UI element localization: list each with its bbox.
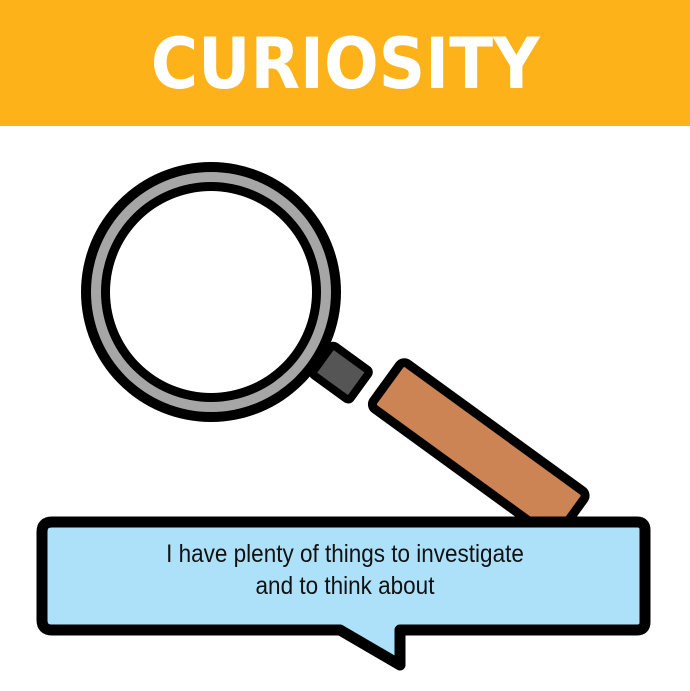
lens [110,191,312,393]
speech-bubble-text: I have plenty of things to investigate a… [80,538,611,602]
magnifying-glass-icon [81,162,590,542]
speech-line-2: and to think about [255,572,435,600]
handle [367,358,590,542]
speech-line-1: I have plenty of things to investigate [166,540,524,568]
